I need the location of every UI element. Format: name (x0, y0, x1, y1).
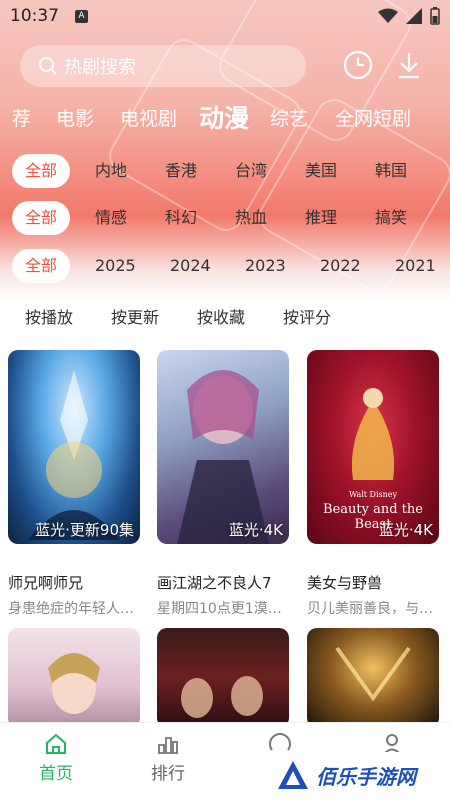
filter-year-2022[interactable]: 2022 (320, 249, 361, 283)
filter-year-2021[interactable]: 2021 (395, 249, 436, 283)
poster-art (177, 370, 269, 544)
home-icon (46, 733, 66, 754)
region-filter: 全部 内地 香港 台湾 美国 韩国 (0, 154, 450, 190)
filter-genre-all[interactable]: 全部 (12, 201, 70, 235)
filter-genre-comedy[interactable]: 搞笑 (375, 201, 407, 235)
watermark-text: 佰乐手游网 (316, 764, 416, 789)
filter-genre-scifi[interactable]: 科幻 (165, 201, 197, 235)
sort-options: 按播放 按更新 按收藏 按评分 (0, 300, 450, 332)
poster-image (8, 628, 140, 728)
filter-year-2024[interactable]: 2024 (170, 249, 211, 283)
sort-by-updated[interactable]: 按更新 (111, 304, 159, 328)
filter-region-all[interactable]: 全部 (12, 154, 70, 188)
filter-year-all[interactable]: 全部 (12, 249, 70, 283)
wifi-icon (378, 8, 398, 23)
search-input[interactable]: 热剧搜索 (20, 45, 306, 87)
filter-region-usa[interactable]: 美国 (305, 154, 337, 188)
media-card[interactable] (8, 628, 148, 728)
search-placeholder: 热剧搜索 (64, 57, 136, 78)
tab-anime[interactable]: 动漫 (199, 99, 249, 135)
year-filter: 全部 2025 2024 2023 2022 2021 (0, 249, 450, 285)
search-row: 热剧搜索 (20, 44, 445, 88)
media-card[interactable] (307, 628, 447, 728)
watermark-logo: 佰乐手游网 (268, 752, 446, 798)
filter-genre-romance[interactable]: 情感 (95, 201, 127, 235)
tab-tv-series[interactable]: 电视剧 (120, 104, 177, 131)
nav-home[interactable]: 首页 (26, 729, 86, 784)
quality-badge: 蓝光·4K (378, 521, 433, 539)
media-card[interactable]: 蓝光·4K 画江湖之不良人7 星期四10点更1漠北… (157, 350, 297, 620)
media-card[interactable]: Walt Disney Beauty and the Beast 蓝光·4K 美… (307, 350, 447, 620)
status-bar: 10:37 A (0, 0, 450, 32)
poster-art (28, 370, 120, 540)
poster-art (48, 653, 100, 714)
sort-by-favorites[interactable]: 按收藏 (197, 304, 245, 328)
nav-home-label: 首页 (39, 764, 73, 784)
card-title: 师兄啊师兄 (8, 574, 84, 592)
nav-ranking[interactable]: 排行 (138, 729, 198, 784)
poster-image (157, 628, 289, 728)
poster-image: Walt Disney Beauty and the Beast 蓝光·4K (307, 350, 439, 544)
notification-badge: A (75, 9, 88, 23)
poster-image: 蓝光·4K (157, 350, 289, 544)
quality-badge: 蓝光·4K (228, 521, 283, 539)
filter-genre-mystery[interactable]: 推理 (305, 201, 337, 235)
filter-region-hongkong[interactable]: 香港 (165, 154, 197, 188)
filter-year-2025[interactable]: 2025 (95, 249, 136, 283)
sort-by-rating[interactable]: 按评分 (283, 304, 331, 328)
triangle-logo-icon (278, 761, 308, 789)
card-subtitle: 身患绝症的年轻人… (8, 601, 134, 617)
quality-badge: 蓝光·更新90集 (35, 521, 134, 539)
genre-filter: 全部 情感 科幻 热血 推理 搞笑 (0, 201, 450, 237)
filter-region-mainland[interactable]: 内地 (95, 154, 127, 188)
card-subtitle: 星期四10点更1漠北… (157, 601, 292, 617)
nav-ranking-label: 排行 (151, 764, 185, 784)
filter-region-taiwan[interactable]: 台湾 (235, 154, 267, 188)
poster-art (335, 646, 411, 702)
poster-image (307, 628, 439, 728)
search-icon (39, 57, 57, 75)
sort-by-plays[interactable]: 按播放 (25, 304, 73, 328)
category-tabs: 荐 电影 电视剧 动漫 综艺 全网短剧 (0, 96, 450, 138)
poster-art (181, 676, 263, 718)
ranking-icon (158, 737, 178, 754)
tab-recommend[interactable]: 荐 (12, 104, 31, 131)
signal-icon (406, 8, 422, 24)
media-card[interactable] (157, 628, 297, 728)
battery-icon (430, 7, 440, 25)
tab-short-drama[interactable]: 全网短剧 (335, 104, 411, 131)
card-title: 美女与野兽 (307, 574, 383, 592)
poster-brand: Walt Disney (348, 490, 398, 499)
poster-image: 蓝光·更新90集 (8, 350, 140, 544)
filter-year-2023[interactable]: 2023 (245, 249, 286, 283)
tab-variety[interactable]: 综艺 (270, 104, 308, 131)
tab-movies[interactable]: 电影 (56, 104, 94, 131)
media-card[interactable]: 蓝光·更新90集 师兄啊师兄 身患绝症的年轻人… (8, 350, 148, 620)
status-time: 10:37 (10, 6, 59, 26)
card-subtitle: 贝儿美丽善良，与… (307, 601, 433, 617)
card-title: 画江湖之不良人7 (157, 574, 272, 592)
filter-genre-action[interactable]: 热血 (235, 201, 267, 235)
filter-region-korea[interactable]: 韩国 (375, 154, 407, 188)
